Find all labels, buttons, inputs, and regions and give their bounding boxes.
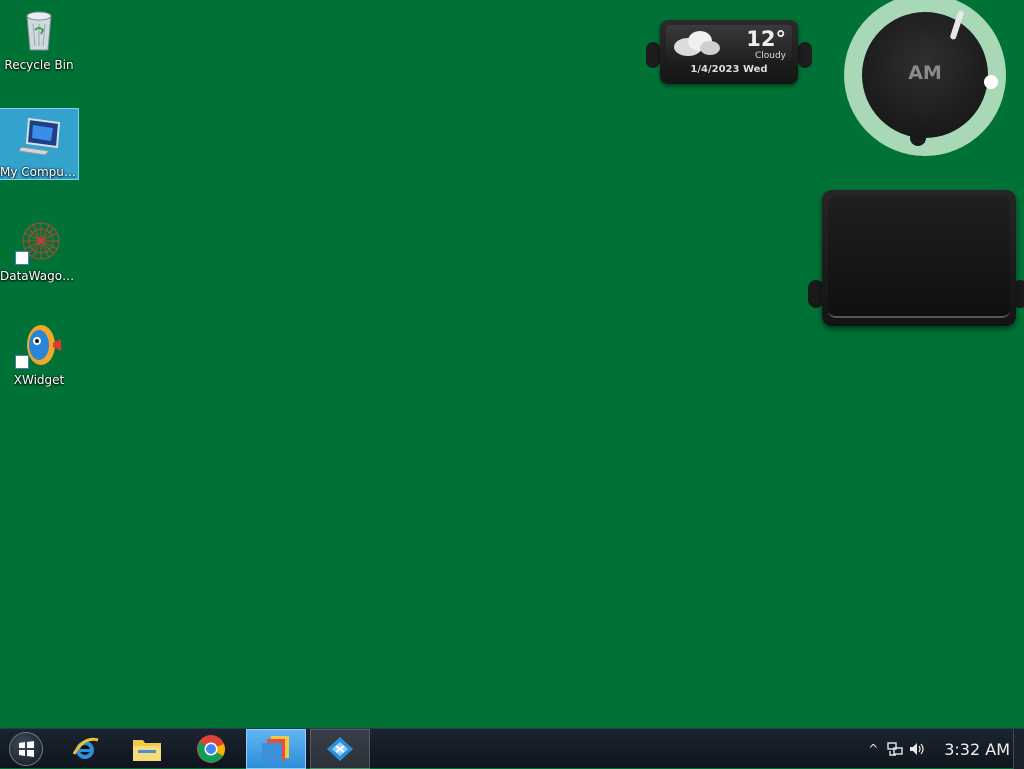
weather-date: 1/4/2023 Wed [690, 64, 768, 75]
chrome-icon [197, 735, 225, 763]
desktop-icon-label: DataWagon... [0, 269, 78, 283]
desktop-icon-my-computer[interactable]: My Computer [0, 108, 79, 180]
show-hidden-icons-chevron-icon[interactable]: ^ [862, 729, 884, 769]
clock-hand [949, 9, 965, 41]
desktop[interactable]: Recycle Bin My Computer DataWagon... XWi… [0, 0, 1024, 728]
weather-condition: Cloudy [754, 51, 786, 61]
taskbar-app-xwidget[interactable] [310, 729, 370, 769]
network-icon[interactable] [884, 729, 906, 769]
taskbar-app-chrome[interactable] [181, 729, 241, 769]
panel-widget-screen [828, 196, 1010, 318]
internet-explorer-icon [72, 737, 99, 759]
desktop-icon-label: XWidget [13, 373, 65, 387]
desktop-icon-label: My Computer [0, 165, 78, 179]
weather-panel: 12° Cloudy [666, 25, 792, 61]
weather-widget-body: 12° Cloudy 1/4/2023 Wed [660, 20, 798, 84]
clock-hour-dot [910, 130, 926, 146]
desktop-icon-datawagon[interactable]: DataWagon... [0, 213, 78, 283]
widget-knob-left [646, 42, 660, 68]
xwidget-taskbar-icon [327, 737, 353, 761]
system-tray: ^ 3:32 AM [862, 729, 1010, 769]
taskbar-app-internet-explorer[interactable] [55, 729, 115, 769]
windows-logo-icon [19, 741, 34, 757]
clock-face: AM [862, 9, 998, 146]
clock-widget[interactable]: AM [844, 0, 1006, 156]
taskbar-clock[interactable]: 3:32 AM [944, 740, 1010, 759]
widget-knob-right [798, 42, 812, 68]
clock-minute-dot [984, 75, 998, 89]
clock-period: AM [908, 62, 942, 84]
windows-explorer-icon [262, 736, 289, 762]
show-desktop-button[interactable] [1013, 729, 1024, 769]
panel-widget-body [822, 190, 1016, 326]
recycle-bin-icon [15, 6, 63, 54]
file-explorer-icon [133, 740, 161, 761]
computer-icon [15, 113, 63, 161]
start-button[interactable] [9, 732, 43, 766]
weather-temperature: 12° [746, 27, 786, 51]
taskbar: ^ 3:32 AM [0, 728, 1024, 769]
desktop-icon-recycle-bin[interactable]: Recycle Bin [0, 2, 78, 72]
datawagon-icon [15, 217, 63, 265]
taskbar-app-file-explorer[interactable] [117, 729, 177, 769]
panel-widget[interactable] [808, 190, 1024, 326]
shortcut-arrow-icon [15, 251, 29, 265]
desktop-icon-xwidget[interactable]: XWidget [0, 317, 78, 387]
desktop-icon-label: Recycle Bin [4, 58, 74, 72]
cloud-icon [674, 31, 720, 56]
volume-icon[interactable] [906, 729, 928, 769]
xwidget-icon [15, 321, 63, 369]
taskbar-app-windows-explorer[interactable] [246, 729, 306, 769]
shortcut-arrow-icon [15, 355, 29, 369]
weather-widget[interactable]: 12° Cloudy 1/4/2023 Wed [646, 20, 812, 84]
